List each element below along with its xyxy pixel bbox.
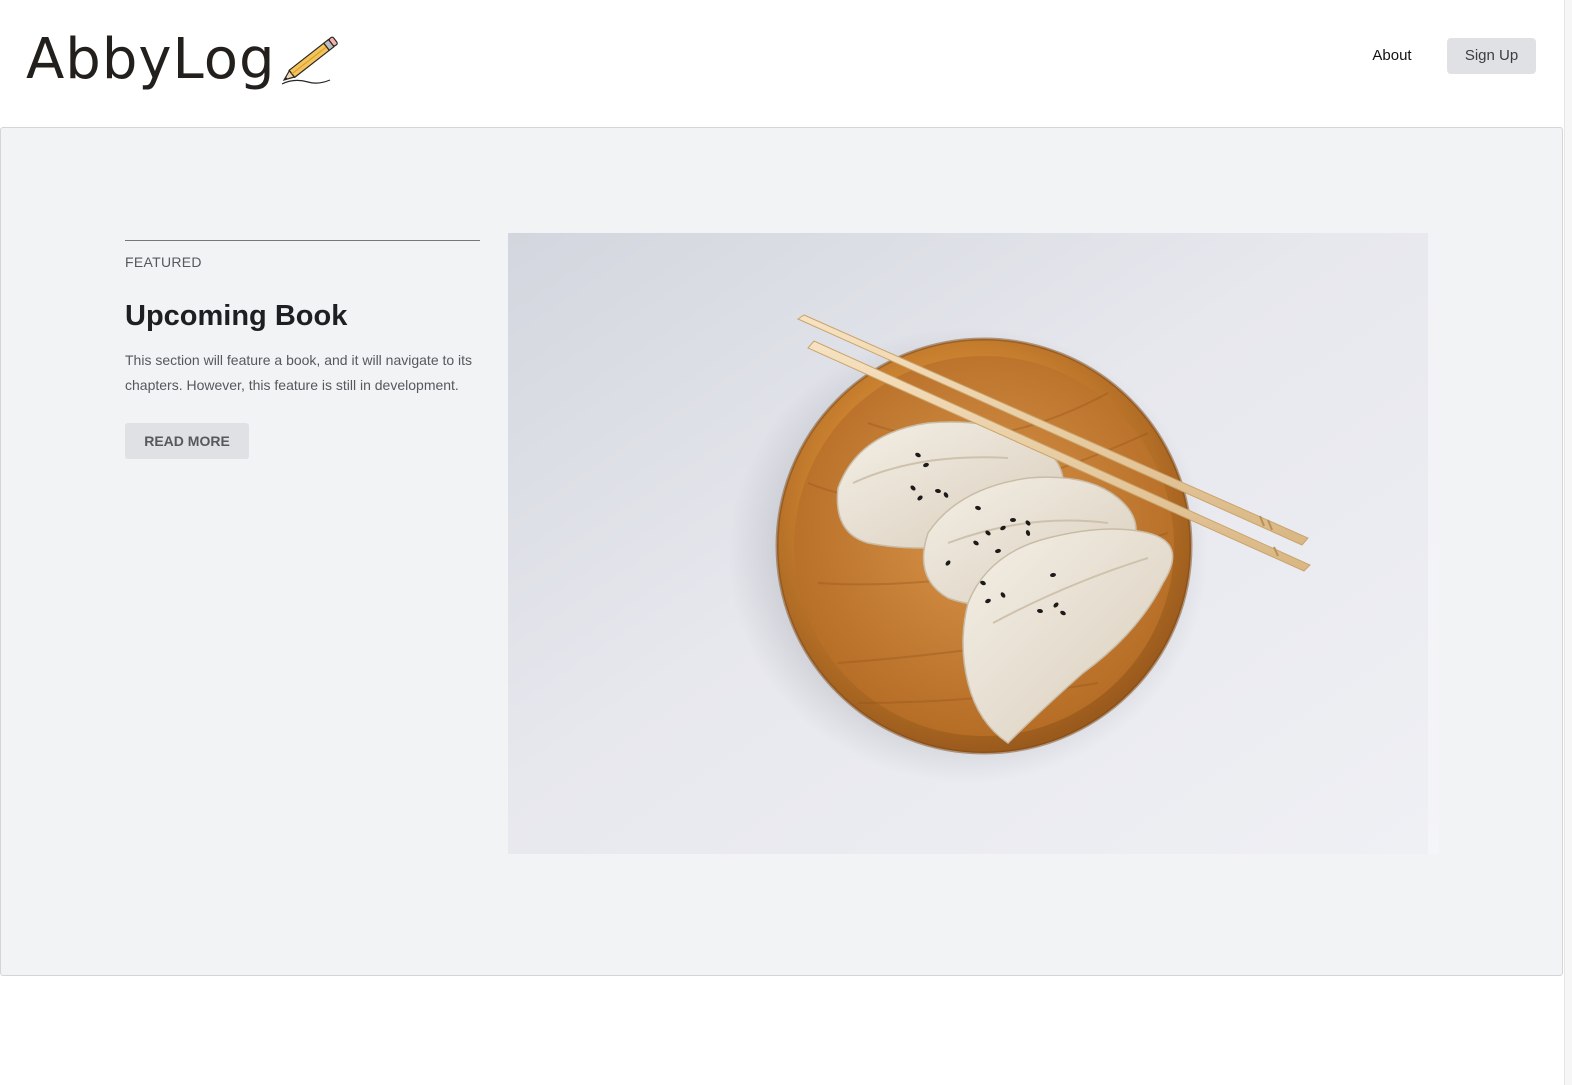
pencil-icon bbox=[281, 36, 338, 85]
featured-title: Upcoming Book bbox=[125, 300, 348, 332]
logo-text: AbbyLog bbox=[26, 27, 276, 92]
signup-button[interactable]: Sign Up bbox=[1447, 38, 1536, 74]
nav-about-link[interactable]: About bbox=[1360, 44, 1424, 68]
featured-divider bbox=[125, 240, 480, 241]
site-header: AbbyLog About Sign Up bbox=[0, 0, 1572, 127]
featured-description: This section will feature a book, and it… bbox=[125, 352, 473, 393]
featured-image bbox=[508, 233, 1439, 854]
read-more-button[interactable]: READ MORE bbox=[125, 423, 249, 459]
page-scrollbar[interactable] bbox=[1564, 0, 1572, 1085]
site-logo[interactable]: AbbyLog bbox=[26, 18, 344, 90]
featured-section: FEATURED Upcoming Book This section will… bbox=[0, 127, 1563, 976]
featured-label: FEATURED bbox=[125, 254, 202, 270]
